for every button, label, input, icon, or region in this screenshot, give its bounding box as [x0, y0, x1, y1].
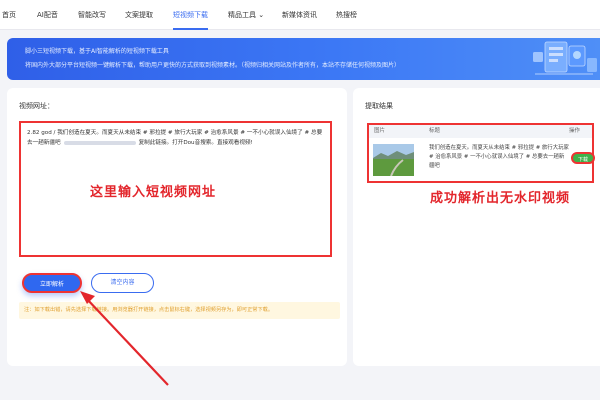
arrow-annotation: [80, 291, 169, 386]
